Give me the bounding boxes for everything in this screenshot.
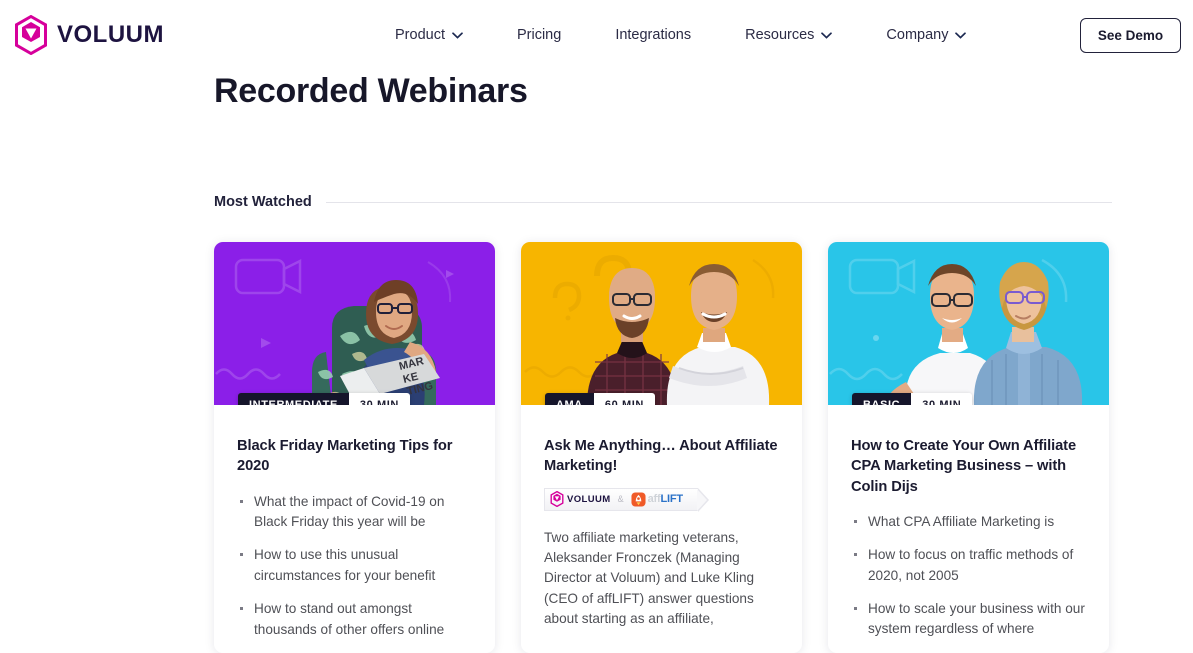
list-item: How to focus on traffic methods of 2020,… <box>851 545 1086 586</box>
chevron-down-icon <box>821 31 833 39</box>
cobrand-afflift-label: affLIFT <box>648 493 683 505</box>
badge-level: BASIC <box>852 393 912 405</box>
nav-item-company[interactable]: Company <box>886 27 967 43</box>
list-item: What CPA Affiliate Marketing is <box>851 512 1086 532</box>
card-title: Ask Me Anything… About Affiliate Marketi… <box>544 438 778 475</box>
webinar-thumbnail-black-friday: MAR KE TING INTERMEDIATE 30 MIN <box>214 242 495 405</box>
card-bullet-list: What the impact of Covid-19 on Black Fri… <box>237 492 472 640</box>
voluum-shield-icon <box>15 15 47 55</box>
cobrand-voluum-label: VOLUUM <box>567 493 611 505</box>
main-navigation: Product Pricing Integrations Resources C… <box>395 0 967 70</box>
cobrand-aff: aff <box>647 493 661 506</box>
card-body: Ask Me Anything… About Affiliate Marketi… <box>521 405 802 630</box>
cobrand-lift: LIFT <box>660 493 683 506</box>
nav-label: Pricing <box>516 27 562 43</box>
brand-logo[interactable]: VOLUUM <box>14 15 164 55</box>
cobrand-ribbon: VOLUUM & affLIFT <box>544 487 709 512</box>
brand-name: VOLUUM <box>57 21 164 48</box>
card-body: Black Friday Marketing Tips for 2020 Wha… <box>214 405 495 640</box>
cobrand-afflift: affLIFT <box>631 492 683 507</box>
webinar-thumbnail-ama: AMA 60 MIN <box>521 242 802 405</box>
section-divider <box>325 201 1112 203</box>
webinar-card[interactable]: MAR KE TING INTERMEDIATE 30 MIN Black Fr… <box>214 242 495 653</box>
webinar-thumbnail-cpa-colin-dijs: BASIC 30 MIN <box>828 242 1109 405</box>
nav-item-pricing[interactable]: Pricing <box>517 27 561 43</box>
webinar-card-grid: MAR KE TING INTERMEDIATE 30 MIN Black Fr… <box>214 242 1109 653</box>
chevron-down-icon <box>452 31 463 39</box>
cobrand-ampersand: & <box>617 494 624 505</box>
see-demo-button[interactable]: See Demo <box>1080 18 1181 53</box>
thumbnail-illustration: MAR KE TING <box>214 242 495 405</box>
list-item: How to use this unusual circumstances fo… <box>237 545 472 586</box>
voluum-shield-icon <box>550 491 564 508</box>
list-item: How to stand out amongst thousands of ot… <box>237 599 472 640</box>
nav-item-resources[interactable]: Resources <box>745 27 833 43</box>
thumbnail-illustration <box>521 242 802 405</box>
chevron-down-icon <box>955 31 967 39</box>
badge-duration: 30 MIN <box>348 393 410 405</box>
card-body: How to Create Your Own Affiliate CPA Mar… <box>828 405 1109 640</box>
nav-label: Integrations <box>615 27 692 43</box>
card-badges: AMA 60 MIN <box>545 393 655 405</box>
badge-level: INTERMEDIATE <box>238 393 349 405</box>
nav-item-integrations[interactable]: Integrations <box>615 27 691 43</box>
list-item: What the impact of Covid-19 on Black Fri… <box>237 492 472 533</box>
afflift-rocket-icon <box>631 492 646 507</box>
badge-duration: 60 MIN <box>593 393 655 405</box>
webinar-card[interactable]: AMA 60 MIN Ask Me Anything… About Affili… <box>521 242 802 653</box>
card-badges: INTERMEDIATE 30 MIN <box>238 393 410 405</box>
list-item: How to scale your business with our syst… <box>851 599 1086 640</box>
cobrand-voluum: VOLUUM <box>550 491 611 508</box>
site-header: VOLUUM Product Pricing Integrations Reso… <box>0 0 1193 70</box>
card-title: How to Create Your Own Affiliate CPA Mar… <box>851 438 1077 495</box>
nav-label: Product <box>395 27 445 43</box>
card-title: Black Friday Marketing Tips for 2020 <box>237 438 453 475</box>
nav-label: Resources <box>745 27 815 43</box>
webinar-card[interactable]: BASIC 30 MIN How to Create Your Own Affi… <box>828 242 1109 653</box>
nav-item-product[interactable]: Product <box>395 27 463 43</box>
page-title: Recorded Webinars <box>214 72 528 110</box>
nav-label: Company <box>886 27 949 43</box>
thumbnail-illustration <box>828 242 1109 405</box>
section-header-most-watched: Most Watched <box>214 194 1112 210</box>
section-title: Most Watched <box>214 194 312 210</box>
card-description: Two affiliate marketing veterans, Aleksa… <box>544 529 755 627</box>
badge-duration: 30 MIN <box>911 393 973 405</box>
badge-level: AMA <box>545 393 594 405</box>
card-badges: BASIC 30 MIN <box>852 393 973 405</box>
